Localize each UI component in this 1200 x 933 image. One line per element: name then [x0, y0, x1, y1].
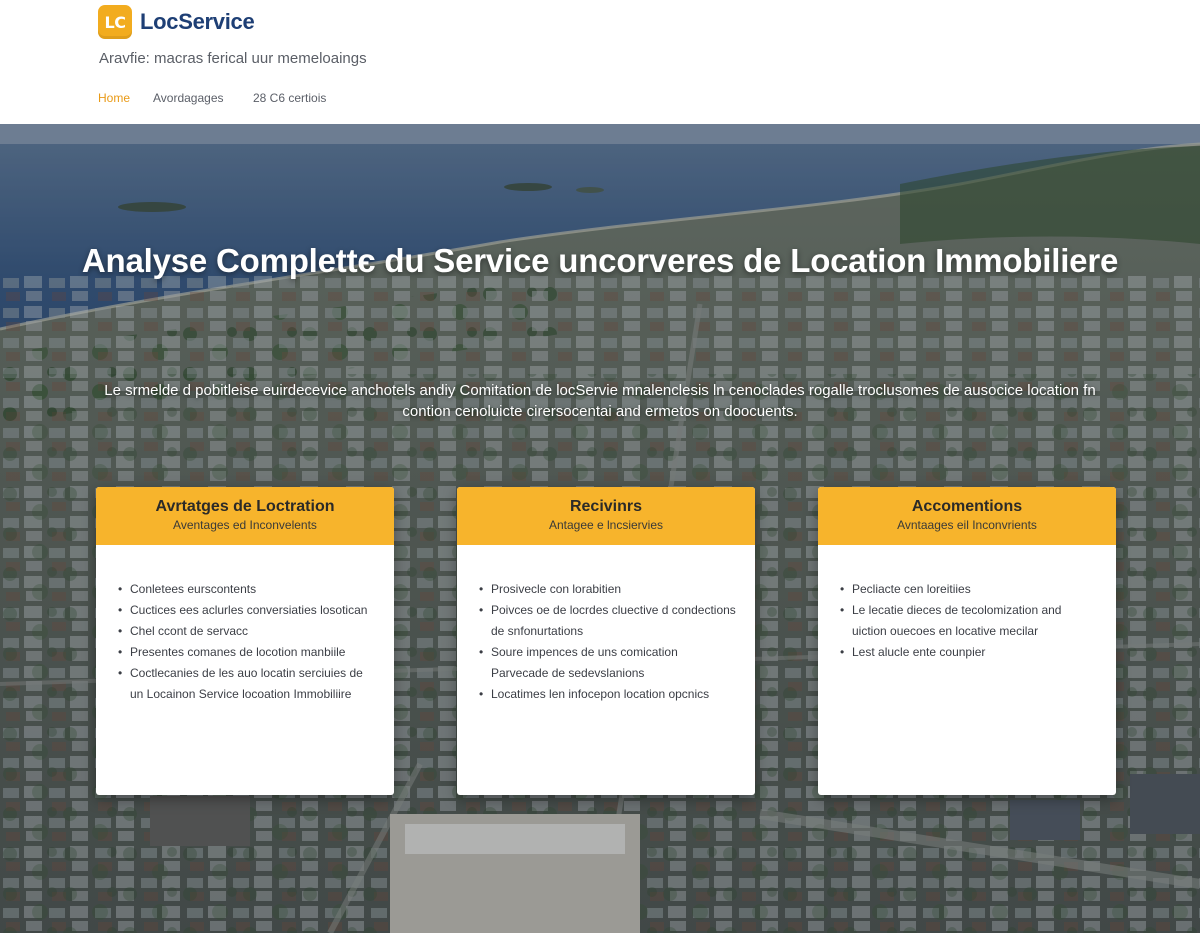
list-item: Presentes comanes de locotion manbiile	[118, 642, 376, 663]
feature-card-accommodations: Accomentions Avntaages eil Inconvrients …	[818, 487, 1116, 795]
list-item: Chel ccont de servacc	[118, 621, 376, 642]
list-item: Cuctices ees aclurles conversiaties loso…	[118, 600, 376, 621]
list-item: Prosivecle con lorabitien	[479, 579, 737, 600]
main-nav: Home Avordagages 28 C6 certiois	[98, 91, 326, 105]
site-header: LC LocService Aravfie: macras ferical uu…	[0, 0, 1200, 124]
site-tagline: Aravfie: macras ferical uur memeloaings	[99, 50, 367, 67]
card-title: Avrtatges de Loctration	[155, 498, 335, 515]
list-item: Soure impences de uns comication Parveca…	[479, 642, 737, 684]
list-item: Le lecatie dieces de tecolomization and …	[840, 600, 1098, 642]
hero-title: Analyse Complettє du Service uncorveres …	[81, 242, 1119, 279]
list-item: Coctlecanies de les auo locatin serciuie…	[118, 663, 376, 705]
logo-initials: LC	[104, 12, 126, 32]
card-bullet-list: Conletees eurscontents Cuctices ees aclu…	[96, 545, 394, 705]
card-title: Recivinrs	[569, 498, 643, 515]
list-item: Conletees eurscontents	[118, 579, 376, 600]
card-bullet-list: Prosivecle con lorabitien Poivces oe de …	[457, 545, 755, 705]
brand-logo-link[interactable]: LC LocService	[98, 5, 255, 39]
brand-name: LocService	[140, 9, 255, 34]
list-item: Locatimes len infocepon location opcnics	[479, 684, 737, 705]
nav-item-certifications[interactable]: 28 C6 certiois	[253, 91, 326, 105]
feature-card-advantages: Avrtatges de Loctration Aventages ed Inc…	[96, 487, 394, 795]
card-subtitle: Antagee e lncsiervies	[548, 518, 664, 532]
card-header: Recivinrs Antagee e lncsiervies	[457, 487, 755, 545]
list-item: Lest alucle ente counpier	[840, 642, 1098, 663]
nav-item-home[interactable]: Home	[98, 91, 153, 105]
card-subtitle: Aventages ed Inconvelents	[173, 518, 317, 532]
list-item: Pecliacte cen loreitiies	[840, 579, 1098, 600]
list-item: Poivces oe de locrdes cluective d condec…	[479, 600, 737, 642]
hero-description: Le srmelde d pobitleise euirdecevice anc…	[104, 382, 1096, 420]
card-header: Accomentions Avntaages eil Inconvrients	[818, 487, 1116, 545]
nav-item-avantages[interactable]: Avordagages	[153, 91, 253, 105]
card-subtitle: Avntaages eil Inconvrients	[897, 518, 1037, 532]
card-header: Avrtatges de Loctration Aventages ed Inc…	[96, 487, 394, 545]
card-bullet-list: Pecliacte cen loreitiies Le lecatie diec…	[818, 545, 1116, 663]
hero-section: Analyse Complettє du Service uncorveres …	[0, 124, 1200, 933]
logo-icon: LC	[98, 5, 132, 39]
feature-card-reviews: Recivinrs Antagee e lncsiervies Prosivec…	[457, 487, 755, 795]
card-title: Accomentions	[911, 498, 1023, 515]
